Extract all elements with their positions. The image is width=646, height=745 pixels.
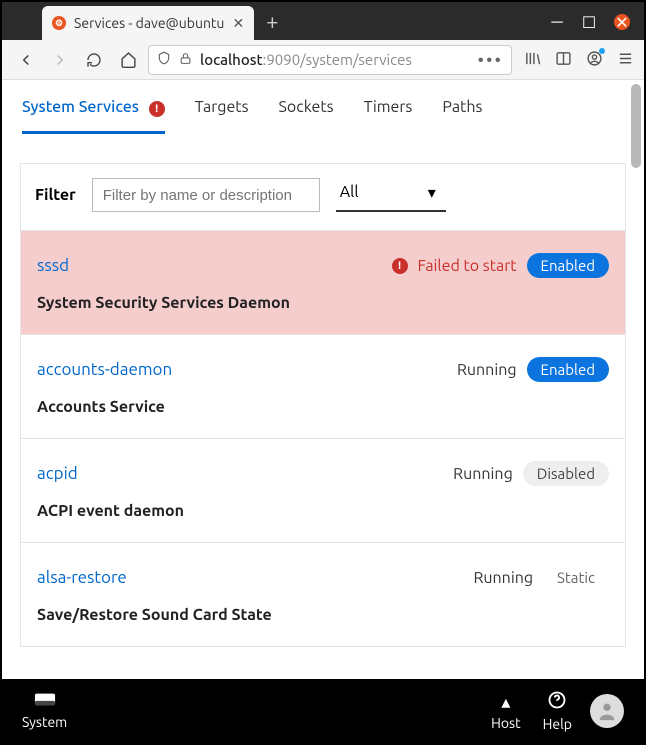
- service-description: Save/Restore Sound Card State: [37, 606, 609, 624]
- avatar[interactable]: [590, 694, 624, 728]
- status-text: Running: [453, 465, 513, 483]
- section-tabs: System Services ! Targets Sockets Timers…: [2, 80, 644, 135]
- reload-button[interactable]: [80, 46, 108, 74]
- chevron-down-icon: ▾: [428, 183, 436, 202]
- bottom-bar: System ▴ Host Help: [2, 679, 644, 743]
- shield-icon[interactable]: [157, 51, 171, 68]
- bottom-system[interactable]: System: [22, 692, 67, 730]
- service-row[interactable]: accounts-daemon Running Enabled Accounts Se…: [21, 334, 625, 438]
- services-card: Filter All ▾ sssd! Failed to start Enabled…: [20, 163, 626, 647]
- service-name[interactable]: sssd: [37, 256, 69, 275]
- service-row[interactable]: acpid Running Disabled ACPI event daemon: [21, 438, 625, 542]
- filter-select[interactable]: All ▾: [336, 178, 446, 212]
- scrollbar[interactable]: [631, 84, 641, 168]
- tab-title: Services - dave@ubuntu: [74, 15, 224, 31]
- tab-sockets[interactable]: Sockets: [279, 98, 334, 134]
- alert-icon: !: [149, 101, 165, 117]
- service-name[interactable]: alsa-restore: [37, 568, 127, 587]
- service-description: ACPI event daemon: [37, 502, 609, 520]
- service-name[interactable]: acpid: [37, 464, 78, 483]
- browser-tab[interactable]: ⚙ Services - dave@ubuntu ✕: [42, 6, 254, 40]
- close-tab-icon[interactable]: ✕: [232, 15, 244, 32]
- chevron-up-icon: ▴: [501, 692, 510, 713]
- close-window-icon[interactable]: ✕: [614, 14, 630, 30]
- home-button[interactable]: [114, 46, 142, 74]
- library-icon[interactable]: [524, 50, 541, 70]
- status-text: Running: [457, 361, 517, 379]
- ubuntu-favicon-icon: ⚙: [52, 16, 66, 30]
- state-badge: Enabled: [527, 357, 609, 382]
- back-button[interactable]: [12, 46, 40, 74]
- account-icon[interactable]: [586, 50, 603, 70]
- service-description: Accounts Service: [37, 398, 609, 416]
- state-badge: Enabled: [527, 253, 609, 278]
- state-badge: Static: [543, 565, 609, 590]
- filter-input[interactable]: [92, 178, 320, 212]
- filter-row: Filter All ▾: [21, 164, 625, 230]
- service-name[interactable]: accounts-daemon: [37, 360, 172, 379]
- new-tab-button[interactable]: +: [254, 9, 290, 40]
- browser-titlebar: ⚙ Services - dave@ubuntu ✕ + ─ ☐ ✕: [2, 2, 644, 40]
- browser-toolbar: localhost:9090/system/services •••: [2, 40, 644, 80]
- url-bar[interactable]: localhost:9090/system/services •••: [148, 45, 512, 75]
- tab-targets[interactable]: Targets: [195, 98, 249, 134]
- window-controls: ─ ☐ ✕: [536, 14, 644, 40]
- tab-timers[interactable]: Timers: [364, 98, 413, 134]
- service-row[interactable]: alsa-restore Running Static Save/Restore So…: [21, 542, 625, 646]
- page-content: System Services ! Targets Sockets Timers…: [2, 80, 644, 679]
- filter-label: Filter: [35, 186, 76, 204]
- drive-icon: [34, 692, 56, 712]
- error-icon: !: [392, 258, 408, 274]
- tab-paths[interactable]: Paths: [442, 98, 482, 134]
- minimize-icon[interactable]: ─: [550, 15, 564, 29]
- lock-icon[interactable]: [179, 52, 192, 68]
- url-text: localhost:9090/system/services: [200, 51, 412, 68]
- bottom-help[interactable]: Help: [543, 690, 572, 732]
- page-actions-icon[interactable]: •••: [478, 50, 503, 70]
- service-row[interactable]: sssd! Failed to start Enabled System Securi…: [21, 230, 625, 334]
- state-badge: Disabled: [523, 461, 609, 486]
- bottom-host[interactable]: ▴ Host: [491, 692, 521, 731]
- status-text: Running: [473, 569, 533, 587]
- reader-icon[interactable]: [555, 50, 572, 70]
- forward-button[interactable]: [46, 46, 74, 74]
- help-icon: [547, 690, 567, 714]
- service-description: System Security Services Daemon: [37, 294, 609, 312]
- tab-system-services[interactable]: System Services !: [22, 98, 165, 134]
- menu-icon[interactable]: [617, 50, 634, 70]
- status-text: Failed to start: [418, 257, 517, 275]
- maximize-icon[interactable]: ☐: [582, 15, 596, 29]
